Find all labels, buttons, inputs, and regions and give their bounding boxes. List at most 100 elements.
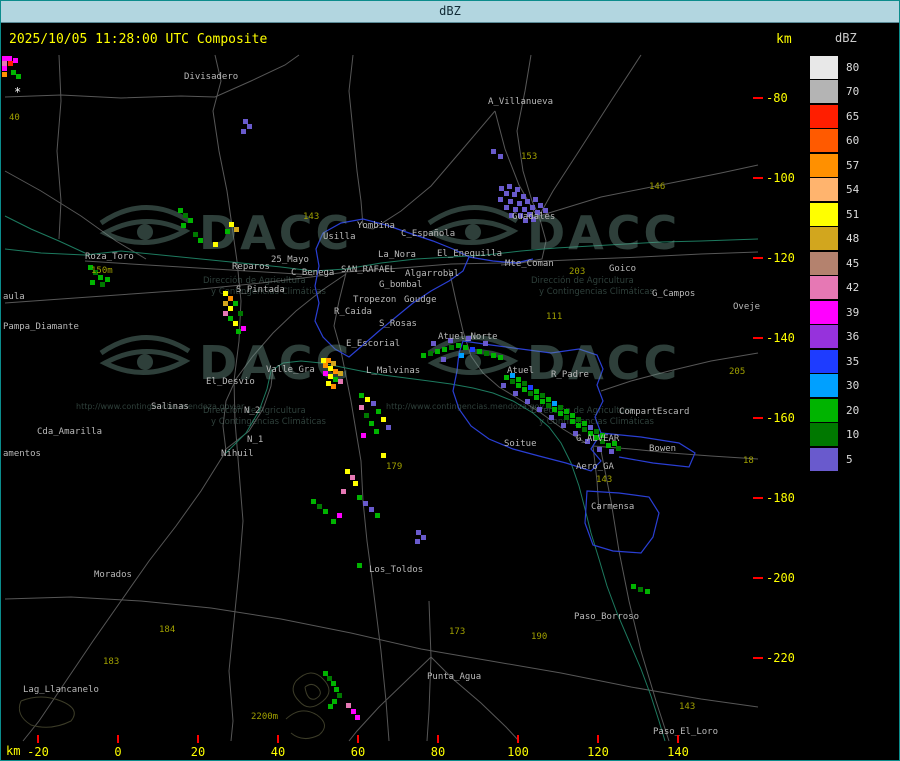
radar-echo-cell (105, 277, 110, 282)
radar-echo-cell (564, 409, 569, 414)
place-label: C_Benega (291, 268, 334, 278)
radar-echo-cell (369, 507, 374, 512)
legend-entry: 48 (809, 226, 899, 252)
radar-echo-cell (516, 377, 521, 382)
place-label: El_Enequilla (437, 249, 502, 259)
road-number-label: 184 (159, 625, 175, 635)
radar-echo-cell (374, 429, 379, 434)
y-tick-label: -180 (766, 491, 795, 505)
radar-echo-cell (522, 387, 527, 392)
place-label: G_ALVEAR (576, 434, 620, 444)
radar-site-marker: * (14, 85, 21, 99)
radar-echo-cell (361, 433, 366, 438)
roads-path (4, 54, 300, 99)
legend-entry: 36 (809, 324, 899, 350)
place-label: Bowen (649, 444, 676, 454)
radar-echo-cell (522, 381, 527, 386)
radar-echo-cell (525, 199, 530, 204)
radar-echo-cell (363, 501, 368, 506)
radar-echo-cell (323, 371, 328, 376)
radar-echo-cell (371, 401, 376, 406)
radar-echo-cell (442, 347, 447, 352)
dacc-logo-icon (99, 205, 191, 245)
radar-echo-cell (530, 205, 535, 210)
radar-echo-cell (381, 417, 386, 422)
road-number-label: 179 (386, 462, 402, 472)
legend-value-label: 57 (846, 158, 860, 172)
legend-title: dBZ (835, 31, 857, 45)
radar-echo-cell (346, 703, 351, 708)
road-number-label: 143 (596, 475, 612, 485)
legend-entry: 51 (809, 201, 899, 227)
radar-echo-cell (576, 423, 581, 428)
place-label: Lag_Llancanelo (23, 685, 99, 695)
radar-echo-cell (359, 405, 364, 410)
radar-echo-cell (355, 715, 360, 720)
legend-value-label: 42 (846, 281, 860, 295)
place-label: L_Malvinas (366, 366, 420, 376)
legend-entry: 65 (809, 103, 899, 129)
place-label: Paso_Borroso (574, 612, 639, 622)
radar-echo-cell (2, 56, 7, 61)
radar-map-canvas: DACCDirección de Agriculturay Contingenc… (2, 54, 795, 759)
legend-swatch (809, 103, 839, 129)
legend-value-label: 20 (846, 403, 860, 417)
y-tick-label: -120 (766, 251, 795, 265)
x-tick-label: 80 (431, 745, 445, 759)
legend-value-label: 48 (846, 232, 860, 246)
radar-echo-cell (631, 584, 636, 589)
place-label: N_1 (247, 435, 263, 445)
x-tick-label: -20 (27, 745, 49, 759)
radar-echo-cell (501, 383, 506, 388)
y-tick-label: -160 (766, 411, 795, 425)
radar-echo-cell (386, 425, 391, 430)
roads-path (516, 54, 540, 217)
radar-echo-cell (323, 671, 328, 676)
radar-echo-cell (228, 316, 233, 321)
radar-echo-cell (645, 589, 650, 594)
radar-echo-cell (499, 186, 504, 191)
radar-echo-cell (582, 421, 587, 426)
legend-entry: 35 (809, 348, 899, 374)
radar-echo-cell (538, 203, 543, 208)
radar-echo-cell (321, 358, 326, 363)
x-tick-label: 140 (667, 745, 689, 759)
timestamp-label: 2025/10/05 11:28:00 UTC Composite (9, 32, 268, 47)
roads-path (4, 170, 147, 260)
legend-value-label: 39 (846, 305, 860, 319)
radar-echo-cell (537, 407, 542, 412)
radar-echo-cell (491, 353, 496, 358)
radar-echo-cell (470, 347, 475, 352)
radar-echo-cell (491, 149, 496, 154)
roads-path (56, 54, 62, 240)
radar-echo-cell (416, 530, 421, 535)
legend-entry: 70 (809, 79, 899, 105)
radar-echo-cell (365, 397, 370, 402)
place-label: Atuel_Norte (438, 332, 498, 342)
radar-echo-cell (525, 399, 530, 404)
y-tick-label: -140 (766, 331, 795, 345)
map-layer-contours (18, 672, 330, 739)
place-label: R_Caida (334, 307, 372, 317)
radar-echo-cell (477, 349, 482, 354)
legend-entry: 30 (809, 373, 899, 399)
legend-swatch (809, 201, 839, 227)
place-label: N_2 (244, 406, 260, 416)
radar-echo-cell (552, 401, 557, 406)
legend-value-label: 65 (846, 109, 860, 123)
radar-echo-cell (435, 349, 440, 354)
boundaries-path (584, 490, 660, 554)
radar-echo-cell (540, 399, 545, 404)
radar-echo-cell (449, 345, 454, 350)
legend-entry: 20 (809, 397, 899, 423)
radar-echo-cell (504, 205, 509, 210)
legend-swatch (809, 250, 839, 276)
place-label: Oveje (733, 302, 760, 312)
legend-swatch (809, 397, 839, 423)
radar-echo-cell (498, 197, 503, 202)
place-label: Yombina (357, 221, 395, 231)
radar-echo-cell (338, 379, 343, 384)
radar-echo-cell (331, 519, 336, 524)
road-number-label: 203 (569, 267, 585, 277)
radar-echo-cell (456, 343, 461, 348)
